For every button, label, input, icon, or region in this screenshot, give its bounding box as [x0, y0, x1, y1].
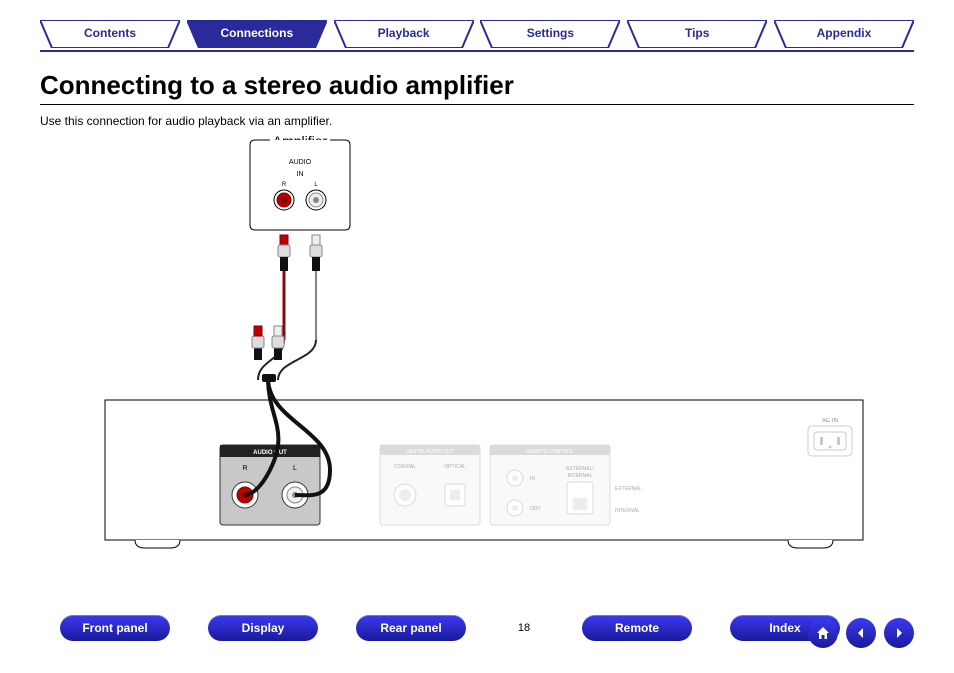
svg-text:INTERNAL: INTERNAL — [568, 473, 593, 479]
svg-text:EXTERNAL/: EXTERNAL/ — [566, 466, 594, 472]
prev-page-button[interactable] — [846, 618, 876, 648]
amp-r-label: R — [282, 182, 287, 188]
tab-label: Connections — [220, 26, 293, 40]
amp-in-label: IN — [297, 171, 304, 178]
nav-remote[interactable]: Remote — [582, 615, 692, 641]
nav-rear-panel[interactable]: Rear panel — [356, 615, 466, 641]
out-r-label: R — [242, 465, 247, 472]
out-l-label: L — [293, 465, 297, 472]
page-title: Connecting to a stereo audio amplifier — [40, 70, 514, 101]
device-rear-panel: AUDIO OUT R L DIGITAL AUDIO OUT COAXIAL … — [105, 400, 863, 548]
tab-playback[interactable]: Playback — [334, 20, 474, 48]
tab-connections[interactable]: Connections — [187, 20, 327, 48]
svg-text:OUT: OUT — [530, 506, 541, 512]
page-description: Use this connection for audio playback v… — [40, 114, 332, 128]
rca-cable-red — [252, 235, 290, 380]
tab-label: Settings — [527, 26, 574, 40]
audio-out-label: AUDIO OUT — [253, 450, 287, 456]
tab-label: Tips — [685, 26, 709, 40]
amp-audio-label: AUDIO — [289, 159, 312, 166]
svg-text:INTERNAL: INTERNAL — [615, 508, 640, 514]
nav-front-panel[interactable]: Front panel — [60, 615, 170, 641]
tab-settings[interactable]: Settings — [480, 20, 620, 48]
tab-contents[interactable]: Contents — [40, 20, 180, 48]
next-page-button[interactable] — [884, 618, 914, 648]
amplifier-box: Amplifier AUDIO IN R L — [250, 133, 350, 230]
connection-diagram: Amplifier AUDIO IN R L — [40, 130, 914, 560]
tab-label: Playback — [378, 26, 430, 40]
tab-label: Appendix — [817, 26, 872, 40]
tab-label: Contents — [84, 26, 136, 40]
acin-label: AC IN — [822, 418, 838, 424]
home-button[interactable] — [808, 618, 838, 648]
tab-bar: Contents Connections Playback Settings T… — [40, 20, 914, 50]
tab-appendix[interactable]: Appendix — [774, 20, 914, 48]
remote-control-label: REMOTE CONTROL — [526, 449, 573, 455]
svg-text:IN: IN — [530, 476, 535, 482]
svg-text:COAXIAL: COAXIAL — [394, 464, 416, 470]
svg-text:EXTERNAL: EXTERNAL — [615, 486, 642, 492]
tab-tips[interactable]: Tips — [627, 20, 767, 48]
svg-text:OPTICAL: OPTICAL — [444, 464, 466, 470]
digital-out-label: DIGITAL AUDIO OUT — [406, 449, 454, 455]
nav-display[interactable]: Display — [208, 615, 318, 641]
page-number: 18 — [504, 622, 544, 634]
